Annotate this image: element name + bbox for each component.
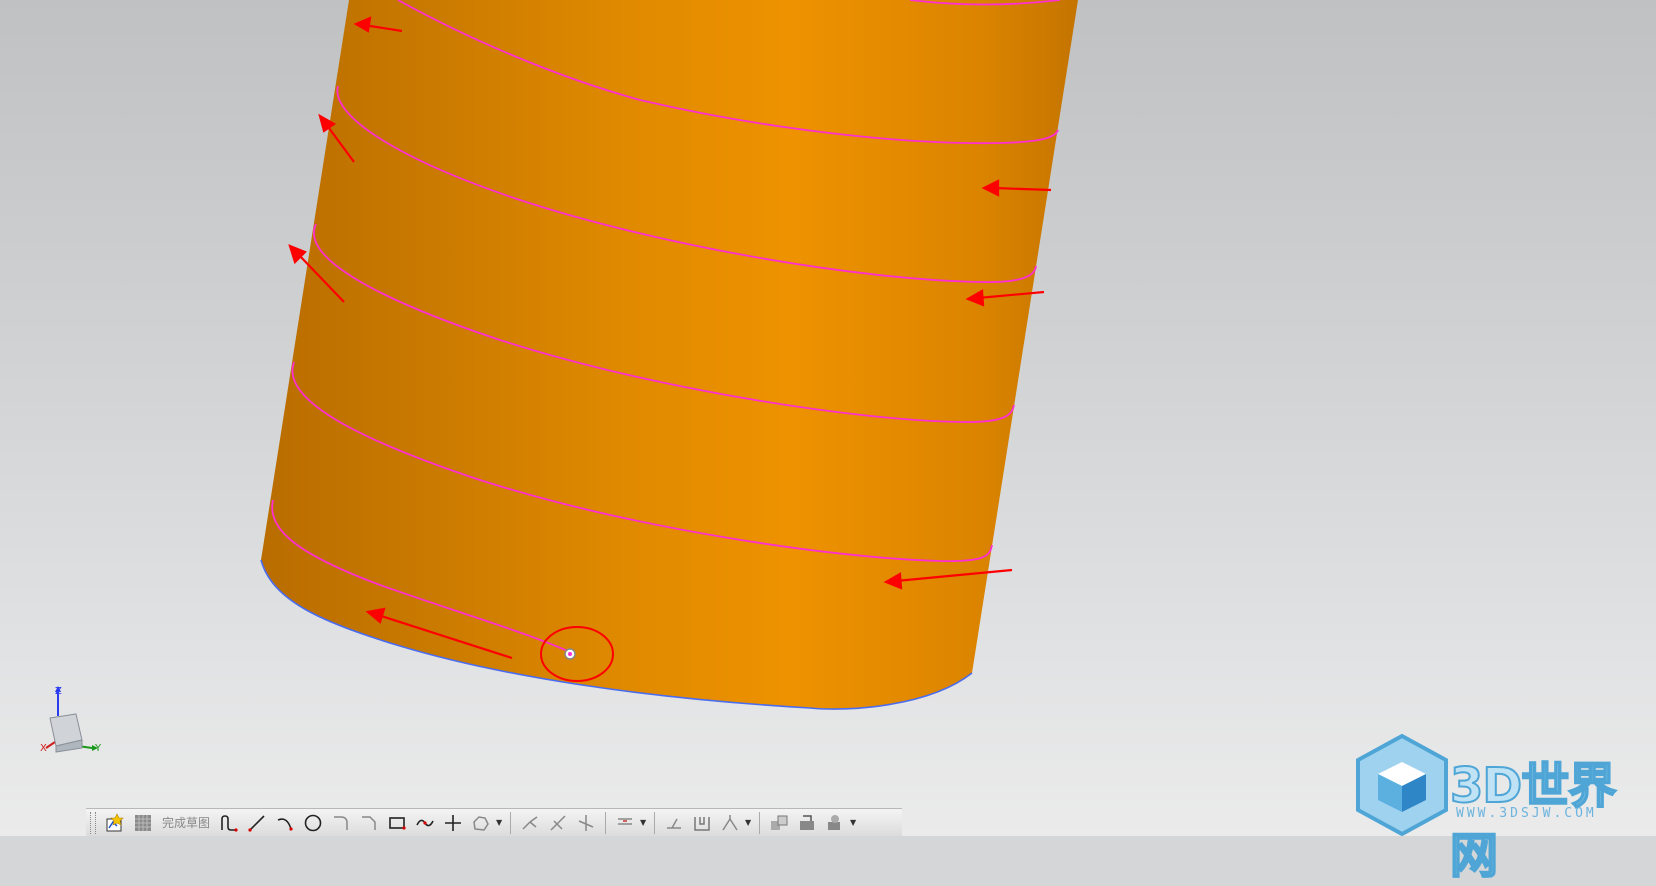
site-watermark: 3D世界网 WWW.3DSJW.COM [1352, 732, 1656, 885]
orient-view-icon[interactable] [130, 811, 156, 835]
sketch-settings-icon[interactable] [822, 811, 848, 835]
toolbar-separator [605, 811, 607, 834]
constraint-icon[interactable] [661, 811, 687, 835]
model-canvas[interactable] [0, 0, 1656, 836]
polygon-dropdown-icon[interactable]: ▼ [496, 818, 504, 827]
profile-icon[interactable] [216, 811, 242, 835]
finish-sketch-button[interactable]: 完成草图 [158, 811, 214, 835]
polygon-icon[interactable] [468, 811, 494, 835]
triad-x-label: X [40, 743, 47, 754]
arc-icon[interactable] [272, 811, 298, 835]
pattern-curve-icon[interactable] [766, 811, 792, 835]
graphics-viewport[interactable]: Z Y X 3D世界网 WWW.3DSJW.COM [0, 0, 1656, 885]
more-dropdown-icon[interactable]: ▼ [850, 818, 858, 827]
toolbar-grip[interactable] [90, 811, 96, 834]
toolbar-separator [654, 811, 656, 834]
triad-y-label: Y [95, 743, 102, 754]
line-icon[interactable] [244, 811, 270, 835]
corner-icon[interactable] [573, 811, 599, 835]
watermark-url: WWW.3DSJW.COM [1456, 806, 1597, 821]
quick-trim-icon[interactable] [517, 811, 543, 835]
toolbar-separator [510, 811, 512, 834]
studio-spline-icon[interactable] [412, 811, 438, 835]
point-icon[interactable] [440, 811, 466, 835]
triad-z-label: Z [55, 686, 62, 697]
sketch-toolbar: 完成草图 ▼ ▼ ▼ ▼ [86, 808, 902, 836]
sketch-icon[interactable] [102, 811, 128, 835]
chamfer-icon[interactable] [356, 811, 382, 835]
circle-icon[interactable] [300, 811, 326, 835]
quick-extend-icon[interactable] [545, 811, 571, 835]
fillet-icon[interactable] [328, 811, 354, 835]
rectangle-icon[interactable] [384, 811, 410, 835]
start-point-marker [568, 652, 572, 656]
toolbar-separator [759, 811, 761, 834]
offset-curve-icon[interactable] [612, 811, 638, 835]
cube-logo-icon [1356, 733, 1448, 836]
view-triad[interactable] [45, 686, 98, 753]
offset-dropdown-icon[interactable]: ▼ [640, 818, 648, 827]
mirror-curve-icon[interactable] [794, 811, 820, 835]
animate-icon[interactable] [717, 811, 743, 835]
display-constraint-icon[interactable] [689, 811, 715, 835]
constraint-dropdown-icon[interactable]: ▼ [745, 818, 753, 827]
